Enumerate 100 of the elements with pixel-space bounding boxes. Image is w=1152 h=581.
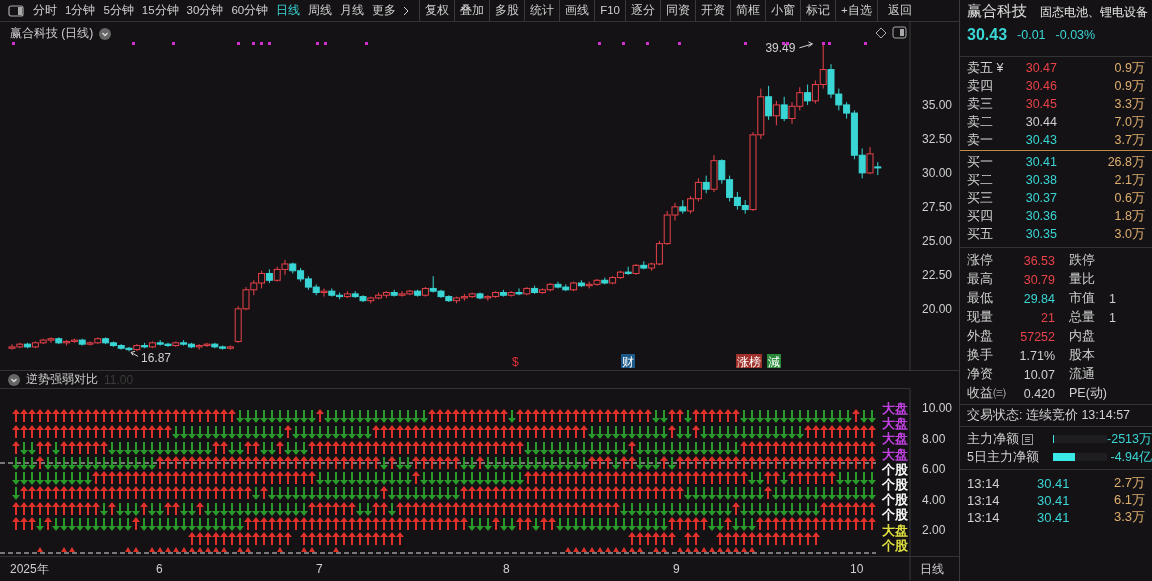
order-level-label: 卖五 ¥ [967,59,1005,77]
date-label: 7 [316,562,323,576]
price-tick: 22.50 [922,267,953,282]
toolbar-button[interactable]: 多股 [489,0,525,21]
order-level-label: 买四 [967,207,994,225]
price-tick: 35.00 [922,97,953,112]
panel-toggle-icon[interactable] [892,26,907,39]
event-marker[interactable]: 财 [621,354,635,369]
period-tab[interactable]: 60分钟 [227,0,273,21]
stock-name: 赢合科技 [967,1,1027,21]
period-tab[interactable]: 周线 [304,0,337,21]
pointer-arrow-icon [130,350,139,357]
toolbar-button[interactable]: 同资 [660,0,696,21]
panel-toggle-icon[interactable] [8,4,24,17]
stat-label: 现量 [967,309,994,326]
stat-value: 1.71% [1018,348,1055,363]
stat-label: 跌停 [1069,252,1096,269]
order-volume: 3.3万 [1113,95,1145,113]
toolbar-button[interactable]: F10 [594,0,626,21]
order-price: 30.46 [1024,79,1057,93]
period-tab[interactable]: 30分钟 [182,0,228,21]
dropdown-icon[interactable] [99,27,112,40]
period-tab[interactable]: 月线 [336,0,369,21]
high-price-label: 39.49 [765,40,796,55]
stat-value: 57252 [1019,329,1055,344]
row-label: 大盘 [882,446,908,462]
change-percent: -0.03% [1055,28,1096,42]
toolbar-button[interactable]: 标记 [800,0,836,21]
order-level-label: 卖三 [967,95,994,113]
indicator-tick: 8.00 [922,431,946,446]
price-tick: 32.50 [922,131,953,146]
row-label: 个股 [882,461,908,477]
list-icon[interactable] [1022,433,1033,445]
stat-label: 总量 [1069,309,1096,326]
toolbar-button[interactable]: 画线 [559,0,595,21]
order-level-label: 卖四 [967,77,994,95]
period-tab[interactable]: 5分钟 [99,0,138,21]
toolbar-button[interactable]: 叠加 [454,0,490,21]
row-label: 个股 [882,507,908,523]
chevron-icon [403,5,410,16]
price-tick: 30.00 [922,165,953,180]
tick-volume: 3.3万 [1112,508,1145,526]
period-tab[interactable]: 日线 [272,0,305,21]
stat-value: 1 [1109,291,1117,306]
tick-price: 30.41 [1037,475,1071,491]
toolbar-button[interactable]: 逐分 [625,0,661,21]
price-change: -0.01 [1017,28,1046,42]
period-tab[interactable]: 分时 [29,0,61,21]
order-price: 30.45 [1024,97,1057,111]
toolbar-button[interactable]: 开资 [695,0,731,21]
order-price: 30.44 [1024,115,1057,129]
chart-title: 赢合科技 (日线) [10,25,94,42]
indicator-tick: 10.00 [922,401,953,415]
toolbar-button[interactable]: 小窗 [765,0,801,21]
order-volume: 0.6万 [1113,189,1145,207]
stat-label: 收益㈢ [967,385,1007,402]
stat-value: 30.79 [1022,272,1055,287]
stat-label: 换手 [967,347,994,364]
order-volume: 26.8万 [1106,153,1145,171]
tick-price: 30.41 [1037,509,1071,525]
order-level-label: 买五 [967,225,994,243]
order-volume: 0.9万 [1113,77,1145,95]
flow-value: -2513万 [1107,430,1152,448]
order-level-label: 买三 [967,189,994,207]
order-price: 30.37 [1024,191,1057,205]
toolbar-button[interactable]: 复权 [419,0,455,21]
stat-label: 流通 [1069,366,1096,383]
event-marker[interactable]: $ [512,355,519,369]
date-label: 9 [673,562,680,576]
toolbar-button[interactable]: 统计 [524,0,560,21]
event-marker[interactable]: 涨榜 [736,354,762,369]
order-volume: 1.8万 [1113,207,1145,225]
date-label: 8 [503,562,510,576]
stat-value: 10.07 [1022,367,1055,382]
back-button[interactable]: 返回 [876,0,922,21]
stat-label: 涨停 [967,252,994,269]
stat-label: PE(动) [1069,385,1108,402]
row-label: 大盘 [882,522,908,538]
more-menu-button[interactable]: 更多 [368,0,414,21]
period-tab[interactable]: 1分钟 [61,0,100,21]
price-tick: 20.00 [922,301,953,316]
period-tab[interactable]: 15分钟 [137,0,183,21]
row-label: 个股 [882,477,908,492]
tick-time: 13:14 [967,492,1001,508]
date-label: 10 [850,562,864,576]
indicator-title: 逆势强弱对比 [26,371,98,388]
date-label: 2025年 [10,562,49,576]
collapse-icon[interactable] [8,373,20,386]
order-volume: 3.0万 [1113,225,1145,243]
toolbar-button[interactable]: 简框 [730,0,766,21]
indicator-tick: 2.00 [922,523,946,537]
tick-price: 30.41 [1037,492,1071,508]
event-marker[interactable]: 減 [767,354,781,369]
toolbar-button[interactable]: +自选 [835,0,877,21]
diamond-icon[interactable] [875,27,887,39]
low-price-label: 16.87 [141,351,172,366]
price-tick: 25.00 [922,233,953,248]
row-label: 大盘 [882,401,908,416]
row-label: 个股 [882,492,908,508]
stat-value: 29.84 [1022,291,1055,306]
